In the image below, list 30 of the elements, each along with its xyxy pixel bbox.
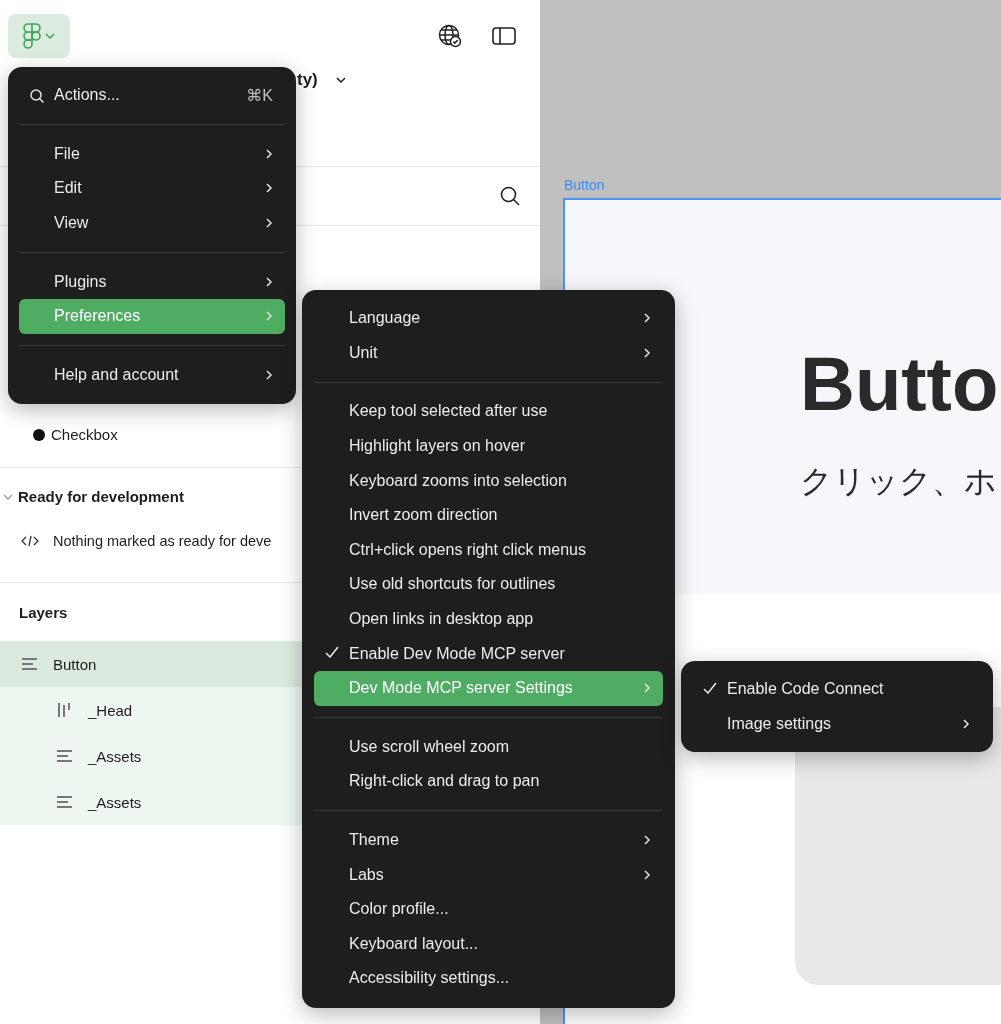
section-title: Layers <box>19 604 68 621</box>
search-icon <box>500 186 520 206</box>
main-menu-button[interactable] <box>8 14 70 58</box>
file-title[interactable]: ty) <box>297 70 318 90</box>
subtitle-text: クリック、ホ <box>800 462 997 501</box>
menu-item[interactable]: File <box>19 136 285 172</box>
stack-icon <box>57 749 72 763</box>
stack-icon <box>22 657 37 671</box>
globe-icon <box>438 24 462 48</box>
sidebar-icon <box>492 26 516 46</box>
chevron-down-icon <box>335 77 346 83</box>
menu-item[interactable]: Plugins <box>19 264 285 299</box>
search-icon <box>30 89 44 103</box>
menu-item[interactable]: View <box>19 205 285 241</box>
code-icon <box>21 535 39 547</box>
logo-icon <box>23 23 41 49</box>
columns-icon <box>57 703 72 717</box>
menu-item[interactable]: Actions... ⌘K <box>19 78 285 113</box>
caret-icon <box>45 33 55 39</box>
menu-item[interactable]: Help and account <box>19 357 285 393</box>
menu-item[interactable]: Edit <box>19 171 285 206</box>
shortcut-text: ⌘K <box>246 85 273 105</box>
bullet-icon <box>33 428 45 441</box>
heading-text: Butto <box>800 346 1000 422</box>
menu-item[interactable]: Image settings <box>692 706 982 742</box>
section-title: Ready for development <box>18 488 184 505</box>
component-name[interactable]: Checkbox <box>51 426 118 443</box>
menu-item[interactable]: Enable Code Connect <box>692 672 982 707</box>
empty-state-text: Nothing marked as ready for deve <box>53 533 272 549</box>
stack-icon <box>57 795 72 809</box>
